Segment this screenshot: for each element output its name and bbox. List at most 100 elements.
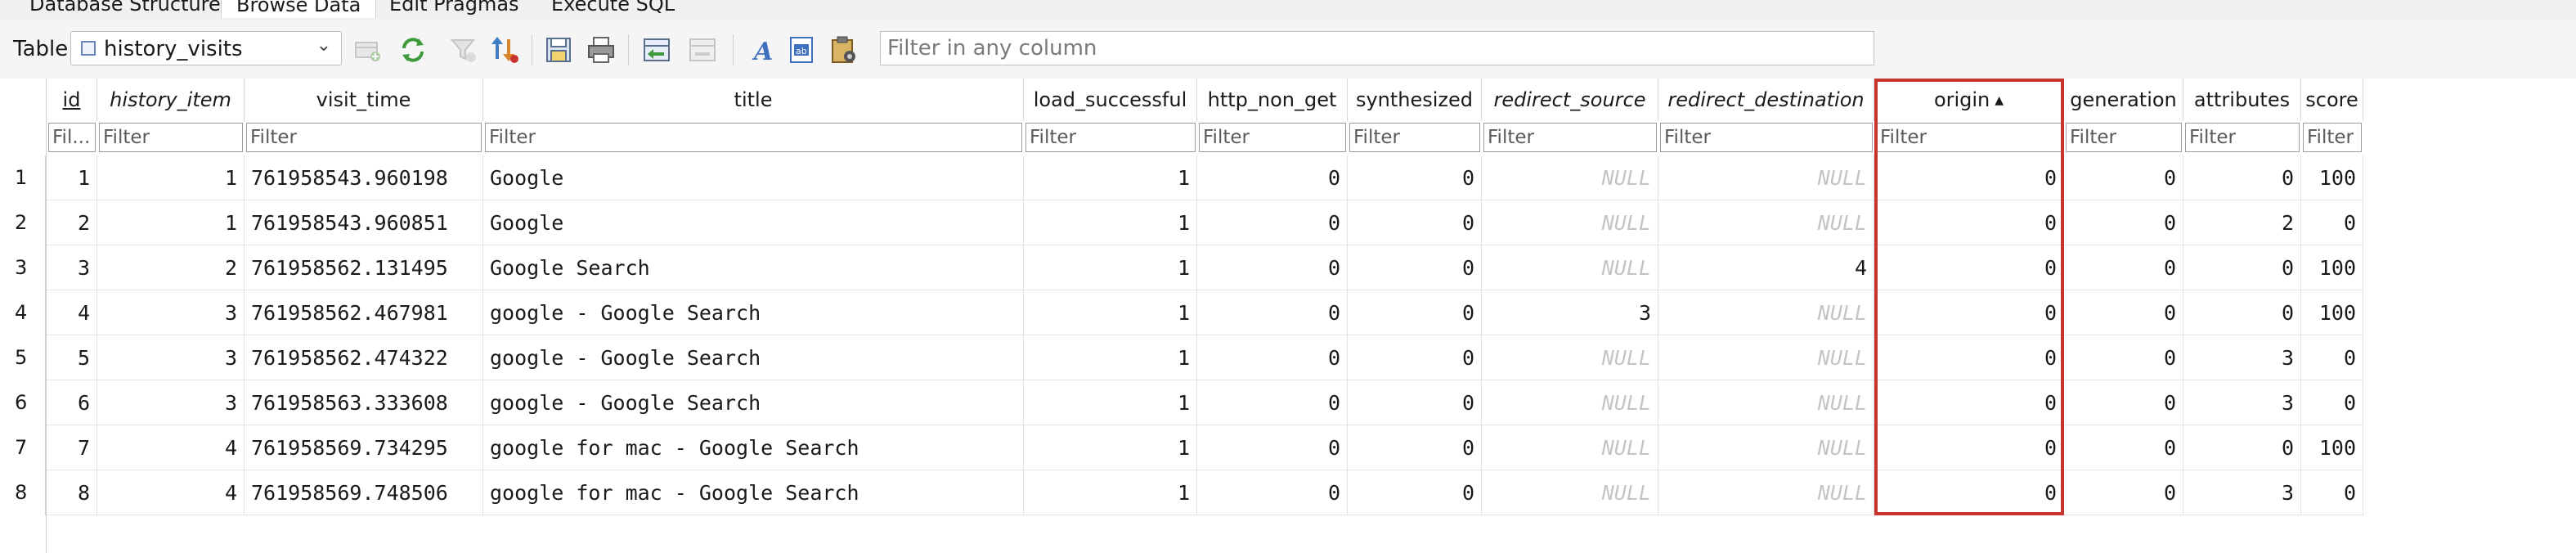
delete-record-icon[interactable] bbox=[687, 34, 718, 65]
clipboard-icon[interactable] bbox=[828, 34, 859, 65]
table-cell-origin[interactable]: 0 bbox=[1874, 335, 2064, 380]
table-cell-history-item[interactable]: 4 bbox=[97, 425, 245, 470]
table-cell-http-non-get[interactable]: 0 bbox=[1197, 155, 1348, 200]
row-number[interactable]: 4 bbox=[0, 290, 46, 335]
table-cell-synthesized[interactable]: 0 bbox=[1348, 425, 1482, 470]
table-row[interactable]: 7 7 4 761958569.734295 google for mac - Goog… bbox=[0, 425, 2576, 470]
table-cell-redirect-destination[interactable]: NULL bbox=[1658, 380, 1874, 425]
table-cell-http-non-get[interactable]: 0 bbox=[1197, 425, 1348, 470]
insert-values-icon[interactable] bbox=[641, 34, 672, 65]
table-selector[interactable]: history_visits ⌄ bbox=[70, 31, 342, 65]
table-cell-generation[interactable]: 0 bbox=[2064, 335, 2183, 380]
column-header-load-successful[interactable]: load_successful bbox=[1024, 79, 1197, 121]
table-cell-redirect-destination[interactable]: NULL bbox=[1658, 155, 1874, 200]
table-cell-redirect-destination[interactable]: 4 bbox=[1658, 245, 1874, 290]
table-cell-generation[interactable]: 0 bbox=[2064, 425, 2183, 470]
table-cell-redirect-source[interactable]: NULL bbox=[1482, 245, 1658, 290]
table-cell-redirect-source[interactable]: NULL bbox=[1482, 470, 1658, 515]
table-cell-visit-time[interactable]: 761958569.748506 bbox=[245, 470, 483, 515]
table-cell-synthesized[interactable]: 0 bbox=[1348, 245, 1482, 290]
table-cell-id[interactable]: 4 bbox=[47, 290, 97, 335]
table-cell-synthesized[interactable]: 0 bbox=[1348, 470, 1482, 515]
table-cell-score[interactable]: 0 bbox=[2301, 200, 2363, 245]
table-cell-title[interactable]: Google bbox=[483, 200, 1024, 245]
column-header-title[interactable]: title bbox=[483, 79, 1024, 121]
table-cell-generation[interactable]: 0 bbox=[2064, 290, 2183, 335]
table-cell-http-non-get[interactable]: 0 bbox=[1197, 290, 1348, 335]
table-cell-attributes[interactable]: 3 bbox=[2183, 380, 2301, 425]
row-number[interactable]: 1 bbox=[0, 155, 46, 200]
row-number[interactable]: 6 bbox=[0, 380, 46, 425]
table-cell-attributes[interactable]: 3 bbox=[2183, 470, 2301, 515]
table-cell-redirect-source[interactable]: 3 bbox=[1482, 290, 1658, 335]
table-cell-attributes[interactable]: 2 bbox=[2183, 200, 2301, 245]
table-cell-redirect-source[interactable]: NULL bbox=[1482, 155, 1658, 200]
table-cell-redirect-destination[interactable]: NULL bbox=[1658, 335, 1874, 380]
column-filter-input-score[interactable] bbox=[2303, 123, 2362, 152]
column-header-synthesized[interactable]: synthesized bbox=[1348, 79, 1482, 121]
table-cell-load-successful[interactable]: 1 bbox=[1024, 335, 1197, 380]
tab-database-structure[interactable]: Database Structure bbox=[15, 0, 236, 18]
table-cell-redirect-destination[interactable]: NULL bbox=[1658, 425, 1874, 470]
column-header-origin[interactable]: origin ▲ bbox=[1874, 79, 2064, 121]
table-cell-history-item[interactable]: 3 bbox=[97, 290, 245, 335]
edit-cell-icon[interactable]: ab bbox=[787, 34, 818, 65]
table-cell-origin[interactable]: 0 bbox=[1874, 200, 2064, 245]
table-cell-visit-time[interactable]: 761958562.467981 bbox=[245, 290, 483, 335]
table-row[interactable]: 1 1 1 761958543.960198 Google 1 0 0 NULL NULL 0 0 0 1… bbox=[0, 155, 2576, 200]
table-cell-id[interactable]: 8 bbox=[47, 470, 97, 515]
column-filter-input-origin[interactable] bbox=[1876, 123, 2062, 152]
table-cell-load-successful[interactable]: 1 bbox=[1024, 470, 1197, 515]
column-filter-input-id[interactable] bbox=[48, 123, 96, 152]
table-cell-redirect-destination[interactable]: NULL bbox=[1658, 290, 1874, 335]
row-number[interactable]: 5 bbox=[0, 335, 46, 380]
table-cell-http-non-get[interactable]: 0 bbox=[1197, 470, 1348, 515]
table-cell-score[interactable]: 100 bbox=[2301, 290, 2363, 335]
column-header-score[interactable]: score bbox=[2301, 79, 2363, 121]
table-cell-redirect-source[interactable]: NULL bbox=[1482, 425, 1658, 470]
table-cell-redirect-source[interactable]: NULL bbox=[1482, 335, 1658, 380]
table-cell-load-successful[interactable]: 1 bbox=[1024, 245, 1197, 290]
table-cell-id[interactable]: 5 bbox=[47, 335, 97, 380]
table-cell-history-item[interactable]: 3 bbox=[97, 380, 245, 425]
table-cell-id[interactable]: 6 bbox=[47, 380, 97, 425]
table-cell-visit-time[interactable]: 761958569.734295 bbox=[245, 425, 483, 470]
table-cell-synthesized[interactable]: 0 bbox=[1348, 155, 1482, 200]
table-cell-generation[interactable]: 0 bbox=[2064, 200, 2183, 245]
table-cell-origin[interactable]: 0 bbox=[1874, 245, 2064, 290]
table-cell-id[interactable]: 7 bbox=[47, 425, 97, 470]
table-row[interactable]: 3 3 2 761958562.131495 Google Search 1 0 0 NULL 4… bbox=[0, 245, 2576, 290]
table-cell-http-non-get[interactable]: 0 bbox=[1197, 380, 1348, 425]
table-cell-visit-time[interactable]: 761958562.131495 bbox=[245, 245, 483, 290]
column-filter-input-redirect-source[interactable] bbox=[1483, 123, 1657, 152]
column-filter-input-generation[interactable] bbox=[2066, 123, 2182, 152]
row-number[interactable]: 3 bbox=[0, 245, 46, 290]
table-cell-score[interactable]: 0 bbox=[2301, 335, 2363, 380]
table-cell-title[interactable]: Google Search bbox=[483, 245, 1024, 290]
column-header-redirect-destination[interactable]: redirect_destination bbox=[1658, 79, 1874, 121]
table-cell-id[interactable]: 3 bbox=[47, 245, 97, 290]
column-header-generation[interactable]: generation bbox=[2064, 79, 2183, 121]
table-cell-http-non-get[interactable]: 0 bbox=[1197, 200, 1348, 245]
table-cell-history-item[interactable]: 4 bbox=[97, 470, 245, 515]
column-filter-input-visit-time[interactable] bbox=[246, 123, 482, 152]
table-cell-generation[interactable]: 0 bbox=[2064, 155, 2183, 200]
column-header-redirect-source[interactable]: redirect_source bbox=[1482, 79, 1658, 121]
table-cell-attributes[interactable]: 0 bbox=[2183, 425, 2301, 470]
table-cell-attributes[interactable]: 0 bbox=[2183, 290, 2301, 335]
table-cell-origin[interactable]: 0 bbox=[1874, 425, 2064, 470]
table-cell-origin[interactable]: 0 bbox=[1874, 380, 2064, 425]
table-cell-load-successful[interactable]: 1 bbox=[1024, 200, 1197, 245]
table-cell-history-item[interactable]: 1 bbox=[97, 200, 245, 245]
table-cell-score[interactable]: 0 bbox=[2301, 470, 2363, 515]
table-cell-title[interactable]: google - Google Search bbox=[483, 290, 1024, 335]
column-header-id[interactable]: id bbox=[47, 79, 97, 121]
column-header-attributes[interactable]: attributes bbox=[2183, 79, 2301, 121]
clear-filters-icon[interactable] bbox=[448, 34, 479, 65]
table-cell-history-item[interactable]: 2 bbox=[97, 245, 245, 290]
table-cell-title[interactable]: Google bbox=[483, 155, 1024, 200]
table-cell-synthesized[interactable]: 0 bbox=[1348, 290, 1482, 335]
table-cell-attributes[interactable]: 0 bbox=[2183, 245, 2301, 290]
sort-icon[interactable] bbox=[489, 34, 520, 65]
table-cell-id[interactable]: 1 bbox=[47, 155, 97, 200]
